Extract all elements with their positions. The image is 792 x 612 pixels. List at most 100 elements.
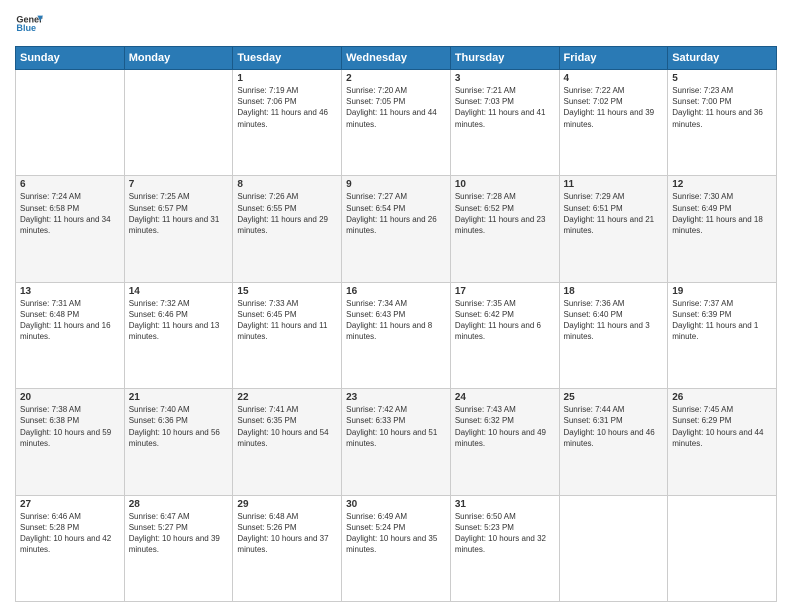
day-info: Sunrise: 7:33 AM Sunset: 6:45 PM Dayligh…	[237, 298, 337, 343]
calendar-day-cell: 29Sunrise: 6:48 AM Sunset: 5:26 PM Dayli…	[233, 495, 342, 601]
day-info: Sunrise: 7:30 AM Sunset: 6:49 PM Dayligh…	[672, 191, 772, 236]
calendar-day-cell: 18Sunrise: 7:36 AM Sunset: 6:40 PM Dayli…	[559, 282, 668, 388]
day-info: Sunrise: 7:42 AM Sunset: 6:33 PM Dayligh…	[346, 404, 446, 449]
calendar-header-row: SundayMondayTuesdayWednesdayThursdayFrid…	[16, 47, 777, 70]
calendar-day-cell	[668, 495, 777, 601]
calendar-day-cell	[124, 70, 233, 176]
calendar-day-cell: 26Sunrise: 7:45 AM Sunset: 6:29 PM Dayli…	[668, 389, 777, 495]
calendar-week-row: 1Sunrise: 7:19 AM Sunset: 7:06 PM Daylig…	[16, 70, 777, 176]
day-number: 28	[129, 499, 229, 510]
day-info: Sunrise: 6:49 AM Sunset: 5:24 PM Dayligh…	[346, 511, 446, 556]
day-info: Sunrise: 7:24 AM Sunset: 6:58 PM Dayligh…	[20, 191, 120, 236]
day-info: Sunrise: 7:35 AM Sunset: 6:42 PM Dayligh…	[455, 298, 555, 343]
day-info: Sunrise: 7:32 AM Sunset: 6:46 PM Dayligh…	[129, 298, 229, 343]
day-of-week-header: Wednesday	[342, 47, 451, 70]
day-info: Sunrise: 7:19 AM Sunset: 7:06 PM Dayligh…	[237, 85, 337, 130]
day-info: Sunrise: 7:37 AM Sunset: 6:39 PM Dayligh…	[672, 298, 772, 343]
page: General Blue SundayMondayTuesdayWednesda…	[0, 0, 792, 612]
calendar-day-cell: 14Sunrise: 7:32 AM Sunset: 6:46 PM Dayli…	[124, 282, 233, 388]
day-number: 22	[237, 392, 337, 403]
day-number: 12	[672, 179, 772, 190]
day-of-week-header: Monday	[124, 47, 233, 70]
day-of-week-header: Sunday	[16, 47, 125, 70]
calendar-day-cell: 21Sunrise: 7:40 AM Sunset: 6:36 PM Dayli…	[124, 389, 233, 495]
calendar-day-cell: 6Sunrise: 7:24 AM Sunset: 6:58 PM Daylig…	[16, 176, 125, 282]
day-info: Sunrise: 6:48 AM Sunset: 5:26 PM Dayligh…	[237, 511, 337, 556]
logo: General Blue	[15, 10, 43, 38]
calendar-day-cell: 30Sunrise: 6:49 AM Sunset: 5:24 PM Dayli…	[342, 495, 451, 601]
day-number: 4	[564, 73, 664, 84]
day-number: 5	[672, 73, 772, 84]
day-number: 7	[129, 179, 229, 190]
calendar-day-cell: 2Sunrise: 7:20 AM Sunset: 7:05 PM Daylig…	[342, 70, 451, 176]
day-info: Sunrise: 7:38 AM Sunset: 6:38 PM Dayligh…	[20, 404, 120, 449]
day-info: Sunrise: 7:40 AM Sunset: 6:36 PM Dayligh…	[129, 404, 229, 449]
day-number: 15	[237, 286, 337, 297]
day-info: Sunrise: 7:23 AM Sunset: 7:00 PM Dayligh…	[672, 85, 772, 130]
day-of-week-header: Saturday	[668, 47, 777, 70]
day-info: Sunrise: 6:46 AM Sunset: 5:28 PM Dayligh…	[20, 511, 120, 556]
calendar-day-cell: 7Sunrise: 7:25 AM Sunset: 6:57 PM Daylig…	[124, 176, 233, 282]
calendar-day-cell: 10Sunrise: 7:28 AM Sunset: 6:52 PM Dayli…	[450, 176, 559, 282]
calendar-day-cell: 11Sunrise: 7:29 AM Sunset: 6:51 PM Dayli…	[559, 176, 668, 282]
calendar-day-cell: 1Sunrise: 7:19 AM Sunset: 7:06 PM Daylig…	[233, 70, 342, 176]
day-info: Sunrise: 7:29 AM Sunset: 6:51 PM Dayligh…	[564, 191, 664, 236]
calendar-day-cell: 17Sunrise: 7:35 AM Sunset: 6:42 PM Dayli…	[450, 282, 559, 388]
calendar-week-row: 27Sunrise: 6:46 AM Sunset: 5:28 PM Dayli…	[16, 495, 777, 601]
calendar-day-cell: 15Sunrise: 7:33 AM Sunset: 6:45 PM Dayli…	[233, 282, 342, 388]
day-number: 29	[237, 499, 337, 510]
day-info: Sunrise: 6:50 AM Sunset: 5:23 PM Dayligh…	[455, 511, 555, 556]
calendar-day-cell: 20Sunrise: 7:38 AM Sunset: 6:38 PM Dayli…	[16, 389, 125, 495]
day-number: 14	[129, 286, 229, 297]
day-info: Sunrise: 7:21 AM Sunset: 7:03 PM Dayligh…	[455, 85, 555, 130]
svg-text:Blue: Blue	[16, 23, 36, 33]
day-number: 21	[129, 392, 229, 403]
calendar-day-cell: 25Sunrise: 7:44 AM Sunset: 6:31 PM Dayli…	[559, 389, 668, 495]
day-info: Sunrise: 7:43 AM Sunset: 6:32 PM Dayligh…	[455, 404, 555, 449]
day-number: 2	[346, 73, 446, 84]
calendar-day-cell: 28Sunrise: 6:47 AM Sunset: 5:27 PM Dayli…	[124, 495, 233, 601]
calendar-week-row: 13Sunrise: 7:31 AM Sunset: 6:48 PM Dayli…	[16, 282, 777, 388]
calendar-week-row: 6Sunrise: 7:24 AM Sunset: 6:58 PM Daylig…	[16, 176, 777, 282]
calendar-day-cell: 5Sunrise: 7:23 AM Sunset: 7:00 PM Daylig…	[668, 70, 777, 176]
day-number: 11	[564, 179, 664, 190]
day-number: 8	[237, 179, 337, 190]
day-number: 1	[237, 73, 337, 84]
day-number: 18	[564, 286, 664, 297]
day-number: 27	[20, 499, 120, 510]
calendar-day-cell: 27Sunrise: 6:46 AM Sunset: 5:28 PM Dayli…	[16, 495, 125, 601]
calendar-day-cell: 23Sunrise: 7:42 AM Sunset: 6:33 PM Dayli…	[342, 389, 451, 495]
day-info: Sunrise: 7:22 AM Sunset: 7:02 PM Dayligh…	[564, 85, 664, 130]
calendar-day-cell: 12Sunrise: 7:30 AM Sunset: 6:49 PM Dayli…	[668, 176, 777, 282]
day-of-week-header: Tuesday	[233, 47, 342, 70]
day-number: 17	[455, 286, 555, 297]
calendar-day-cell	[559, 495, 668, 601]
day-info: Sunrise: 7:25 AM Sunset: 6:57 PM Dayligh…	[129, 191, 229, 236]
day-of-week-header: Friday	[559, 47, 668, 70]
calendar-table: SundayMondayTuesdayWednesdayThursdayFrid…	[15, 46, 777, 602]
day-info: Sunrise: 7:20 AM Sunset: 7:05 PM Dayligh…	[346, 85, 446, 130]
day-number: 20	[20, 392, 120, 403]
day-number: 6	[20, 179, 120, 190]
header: General Blue	[15, 10, 777, 38]
day-number: 16	[346, 286, 446, 297]
calendar-day-cell: 22Sunrise: 7:41 AM Sunset: 6:35 PM Dayli…	[233, 389, 342, 495]
day-info: Sunrise: 7:28 AM Sunset: 6:52 PM Dayligh…	[455, 191, 555, 236]
day-number: 10	[455, 179, 555, 190]
calendar-day-cell: 16Sunrise: 7:34 AM Sunset: 6:43 PM Dayli…	[342, 282, 451, 388]
day-info: Sunrise: 7:26 AM Sunset: 6:55 PM Dayligh…	[237, 191, 337, 236]
day-info: Sunrise: 7:41 AM Sunset: 6:35 PM Dayligh…	[237, 404, 337, 449]
calendar-day-cell: 3Sunrise: 7:21 AM Sunset: 7:03 PM Daylig…	[450, 70, 559, 176]
calendar-day-cell: 31Sunrise: 6:50 AM Sunset: 5:23 PM Dayli…	[450, 495, 559, 601]
calendar-day-cell: 19Sunrise: 7:37 AM Sunset: 6:39 PM Dayli…	[668, 282, 777, 388]
day-number: 31	[455, 499, 555, 510]
calendar-day-cell	[16, 70, 125, 176]
day-info: Sunrise: 7:34 AM Sunset: 6:43 PM Dayligh…	[346, 298, 446, 343]
day-number: 3	[455, 73, 555, 84]
calendar-day-cell: 24Sunrise: 7:43 AM Sunset: 6:32 PM Dayli…	[450, 389, 559, 495]
calendar-day-cell: 9Sunrise: 7:27 AM Sunset: 6:54 PM Daylig…	[342, 176, 451, 282]
day-info: Sunrise: 7:44 AM Sunset: 6:31 PM Dayligh…	[564, 404, 664, 449]
day-number: 24	[455, 392, 555, 403]
day-info: Sunrise: 6:47 AM Sunset: 5:27 PM Dayligh…	[129, 511, 229, 556]
calendar-week-row: 20Sunrise: 7:38 AM Sunset: 6:38 PM Dayli…	[16, 389, 777, 495]
